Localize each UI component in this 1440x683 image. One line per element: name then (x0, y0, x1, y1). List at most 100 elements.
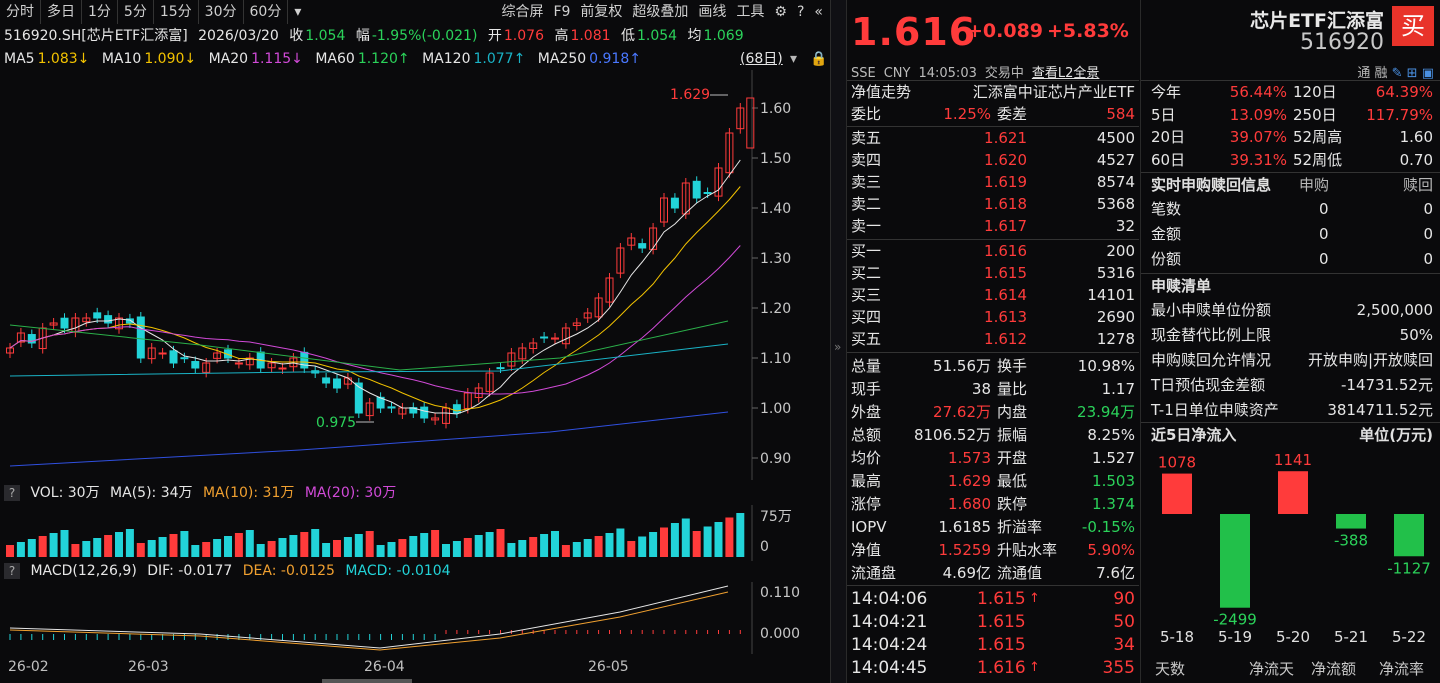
fund-title: 芯片ETF汇添富 (1250, 10, 1384, 32)
macd-chart[interactable]: 0.110 0.000 (0, 582, 830, 654)
vol-axis-top: 75万 (760, 509, 792, 525)
volume-bar (234, 533, 243, 557)
super-overlay-button[interactable]: 超级叠加 (627, 0, 693, 24)
buys-level[interactable]: 买四 1.613 2690 (847, 306, 1139, 328)
market-line: SSE CNY 14:05:03 交易中 查看L2全景 (851, 62, 1107, 81)
exchange: SSE (851, 66, 876, 81)
tab-60min[interactable]: 60分 (244, 0, 289, 24)
right-toolbar: 通 融 ✎ ⊞ ▣ (1357, 62, 1434, 81)
perf-row: 60日 39.31% 52周低 0.70 (1151, 150, 1433, 169)
buys-level[interactable]: 买五 1.612 1278 (847, 328, 1139, 350)
margin-tag: 通 融 (1357, 66, 1388, 81)
nav-label: 净值走势 (851, 83, 912, 101)
volume-bar (180, 531, 189, 557)
ma120-label: MA120 (422, 51, 471, 67)
volume-chart[interactable]: 75万 0 (0, 505, 830, 561)
inflow-bar (1336, 514, 1366, 529)
tab-30min[interactable]: 30分 (199, 0, 244, 24)
collapse-icon[interactable]: « (809, 0, 828, 24)
tab-multiday[interactable]: 多日 (41, 0, 82, 24)
draw-line-button[interactable]: 画线 (693, 0, 731, 24)
y-tick-label: 1.60 (760, 101, 791, 117)
close-label: 收 (289, 28, 304, 44)
nav-row[interactable]: 净值走势 汇添富中证芯片产业ETF (847, 81, 1139, 103)
y-tick-label: 1.40 (760, 201, 791, 217)
forward-adjust-button[interactable]: 前复权 (575, 0, 627, 24)
panel-splitter[interactable]: » (830, 0, 846, 683)
sells-level[interactable]: 卖三 1.619 8574 (847, 171, 1139, 193)
tools-button[interactable]: 工具 (731, 0, 769, 24)
macd-dif: DIF: -0.0177 (147, 563, 233, 579)
volume-bar (529, 537, 538, 557)
candle-body (191, 361, 200, 369)
expand-icon[interactable]: » (834, 340, 841, 354)
period-toolbar: 分时 多日 1分 5分 15分 30分 60分 ▾ 综合屏 F9 前复权 超级叠… (0, 0, 830, 24)
buy-button[interactable]: 买 (1392, 6, 1434, 46)
volume-bar (38, 536, 47, 557)
period-dropdown[interactable]: ▾ (288, 0, 307, 24)
volume-bar (540, 534, 549, 557)
sg-row: 份额 0 0 (1151, 250, 1433, 268)
window-icon[interactable]: ▣ (1422, 66, 1434, 81)
stat-row: 涨停 1.680 跌停 1.374 (851, 495, 1135, 513)
tick-row: 14:04:06 1.615 ↑ 90 (851, 589, 1135, 609)
macd-value: MACD: -0.0104 (345, 563, 451, 579)
candle-body (93, 312, 102, 319)
horizontal-scrollbar[interactable] (322, 679, 412, 683)
volume-bar (485, 532, 494, 557)
candle-body (703, 192, 712, 195)
dropdown-arrow-icon[interactable]: ▾ (790, 49, 797, 69)
volume-bar (572, 542, 581, 557)
sells-level[interactable]: 卖五 1.621 4500 (847, 127, 1139, 149)
sells-level[interactable]: 卖四 1.620 4527 (847, 149, 1139, 171)
ma10-label: MA10 (101, 51, 142, 67)
kline-panel[interactable]: 分时 多日 1分 5分 15分 30分 60分 ▾ 综合屏 F9 前复权 超级叠… (0, 0, 830, 683)
buys-level[interactable]: 买三 1.614 14101 (847, 284, 1139, 306)
fund-code: 516920 (1300, 30, 1384, 55)
candle-body (169, 350, 178, 364)
buys-level[interactable]: 买二 1.615 5316 (847, 262, 1139, 284)
inflow-value: -388 (1334, 532, 1368, 550)
tick-row: 14:04:21 1.615 50 (851, 612, 1135, 632)
y-tick-label: 1.30 (760, 251, 791, 267)
volume-bar (136, 543, 145, 557)
comprehensive-screen-button[interactable]: 综合屏 (496, 0, 548, 24)
f9-button[interactable]: F9 (548, 0, 575, 24)
sells-level[interactable]: 卖一 1.617 32 (847, 215, 1139, 237)
volume-bar (93, 538, 102, 557)
sg-row: 金额 0 0 (1151, 225, 1433, 243)
tab-fenshi[interactable]: 分时 (0, 0, 41, 24)
macd-axis-zero: 0.000 (760, 626, 800, 642)
volume-bar (409, 536, 418, 557)
net-inflow-chart: 1078 5-18 -24995-19 1141 5-20 -388 5-21 -1127 5-… (1158, 451, 1431, 646)
vol-help-icon[interactable]: ? (4, 485, 20, 501)
tab-15min[interactable]: 15分 (154, 0, 199, 24)
grid-icon[interactable]: ⊞ (1407, 66, 1418, 81)
volume-bar (670, 523, 679, 557)
sells-level[interactable]: 卖二 1.618 5368 (847, 193, 1139, 215)
candle-body (180, 357, 189, 360)
tab-5min[interactable]: 5分 (118, 0, 154, 24)
macd-help-icon[interactable]: ? (4, 563, 20, 579)
tab-1min[interactable]: 1分 (82, 0, 118, 24)
inflow-value: 1141 (1274, 451, 1312, 469)
gear-icon[interactable]: ⚙ (769, 0, 792, 24)
inflow-bar (1220, 514, 1250, 608)
help-icon[interactable]: ? (792, 0, 809, 24)
edit-icon[interactable]: ✎ (1392, 66, 1403, 81)
days-range-dropdown[interactable]: (68日) (740, 49, 783, 69)
candlestick-chart[interactable]: 1.60 1.50 1.40 1.30 1.20 1.10 1.00 0.90 1.629 0.9… (0, 70, 830, 480)
tick-row: 14:04:24 1.615 34 (851, 635, 1135, 655)
lock-icon[interactable]: 🔒 (810, 49, 827, 69)
buys-level[interactable]: 买一 1.616 200 (847, 240, 1139, 262)
volume-bar (71, 544, 80, 557)
security-code: 516920.SH[芯片ETF汇添富] (4, 28, 188, 44)
volume-bar (256, 544, 265, 557)
volume-bar (267, 541, 276, 557)
y-tick-label: 1.20 (760, 301, 791, 317)
inflow-value: -2499 (1213, 611, 1257, 629)
volume-bar (333, 540, 341, 557)
candle-body (540, 336, 549, 339)
volume-bar (496, 529, 505, 557)
l2-link[interactable]: 查看L2全景 (1032, 66, 1100, 81)
